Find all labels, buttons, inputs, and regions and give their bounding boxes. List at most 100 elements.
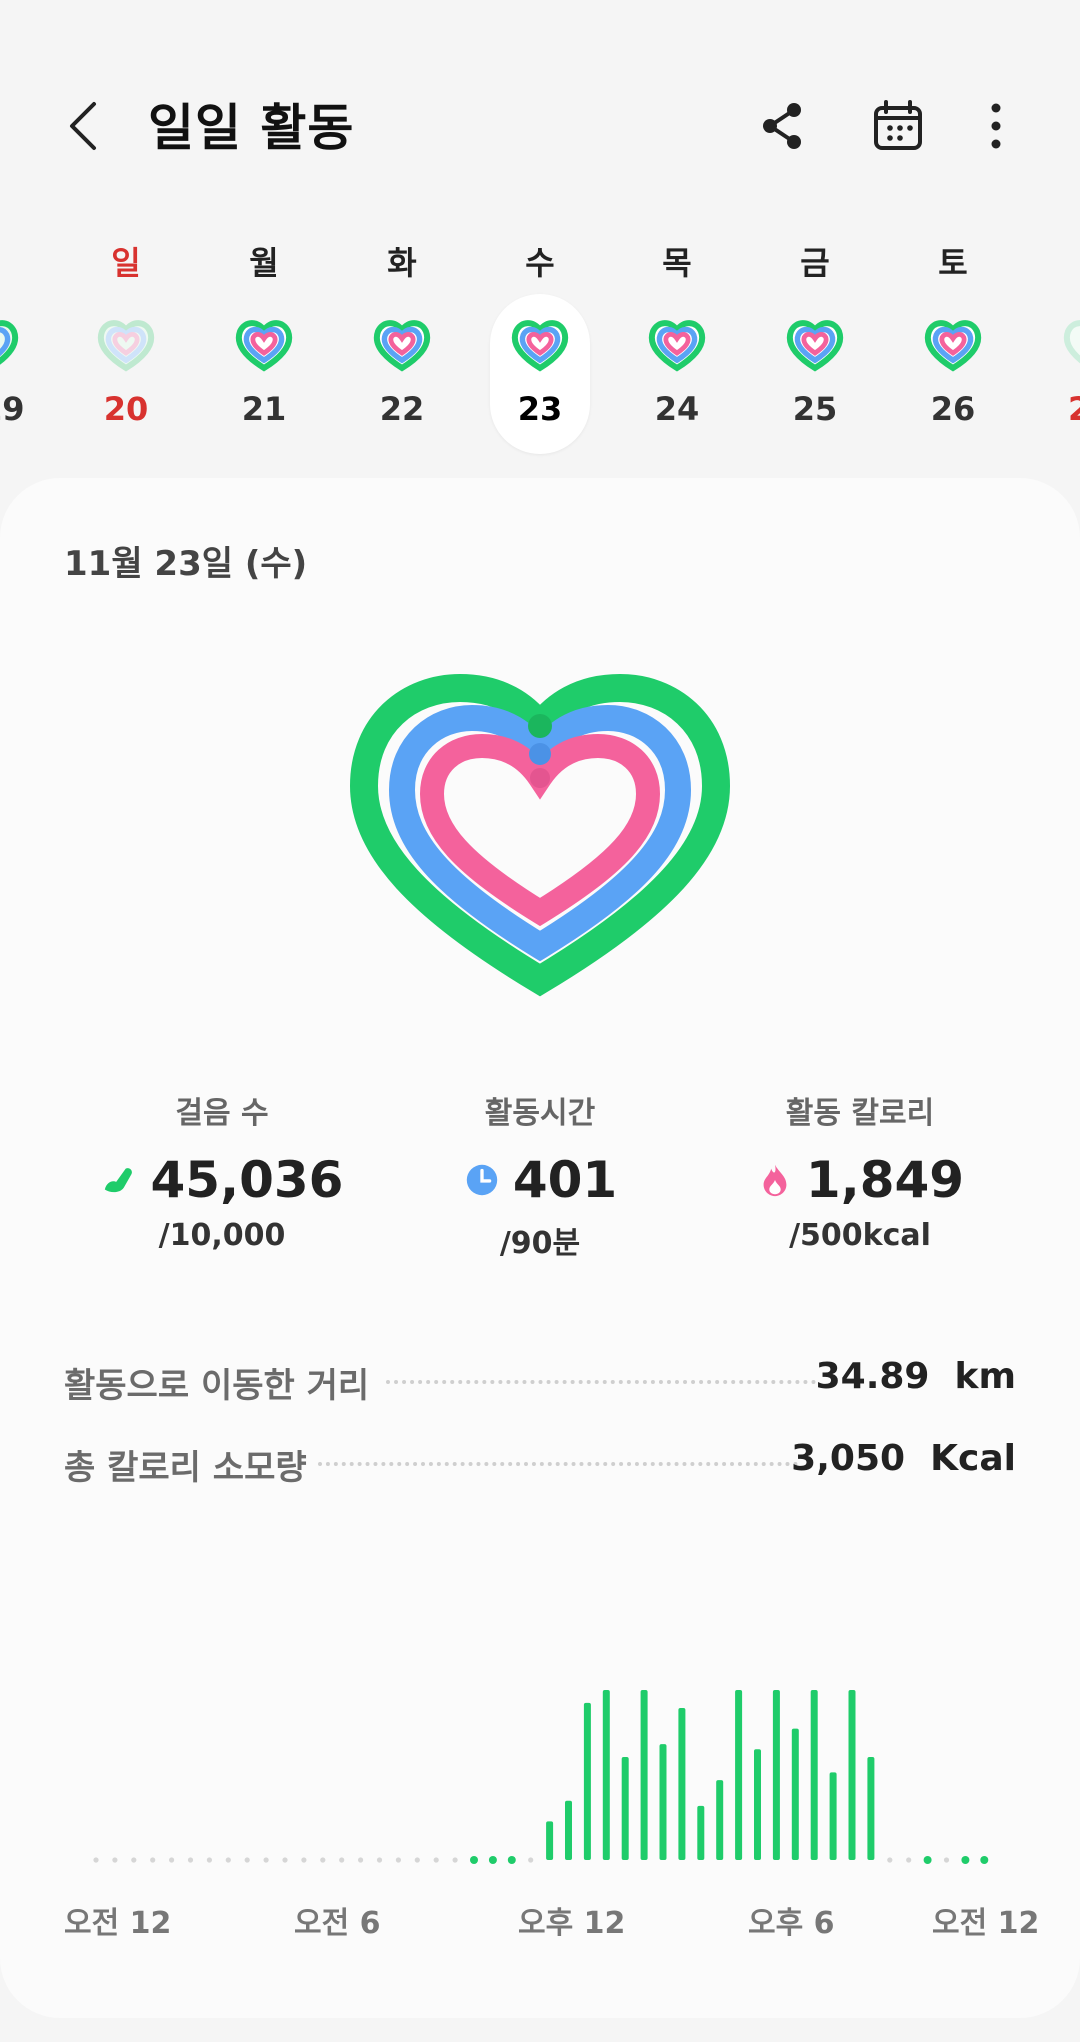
chart-empty-dot (93, 1857, 99, 1863)
stats-row: 걸음 수 45,036 /10,000 활동시간 401 /90분 활동 칼로리 (0, 1088, 1080, 1268)
day-name: 토 (938, 244, 968, 282)
chart-bar (621, 1756, 629, 1860)
chart-bar (546, 1821, 554, 1860)
chart-bar (980, 1856, 989, 1864)
chart-bar (716, 1780, 724, 1860)
active-calories-label: 활동 칼로리 (785, 1096, 935, 1131)
steps-value: 45,036 (150, 1151, 344, 1209)
distance-value: 34.89 km (815, 1356, 1016, 1397)
steps-stat[interactable]: 걸음 수 45,036 /10,000 (62, 1088, 382, 1253)
day-name: 금 (800, 244, 830, 282)
heart-ring-icon (786, 320, 844, 372)
chart-bar (565, 1800, 572, 1860)
x-axis-label: 오전 6 (294, 1906, 381, 1941)
active-calories-stat[interactable]: 활동 칼로리 1,849 /500kcal (700, 1088, 1020, 1253)
chart-empty-dot (187, 1857, 194, 1863)
chart-bar (640, 1690, 648, 1860)
chart-empty-dot (169, 1857, 175, 1863)
total-calories-value: 3,050 Kcal (791, 1438, 1016, 1479)
day-item[interactable]: 수 23 (490, 230, 590, 454)
chart-empty-dot (320, 1857, 326, 1863)
day-item[interactable]: 화 22 (352, 230, 452, 450)
day-item[interactable]: 토 26 (903, 230, 1003, 450)
day-number: 24 (654, 390, 700, 428)
day-item[interactable]: 금 25 (765, 230, 865, 450)
activity-card: 11월 23일 (수) 걸음 수 45,036 /10,000 활동시간 401… (0, 478, 1080, 2018)
distance-label: 활동으로 이동한 거리 (64, 1366, 370, 1406)
day-number: 25 (792, 390, 838, 428)
steps-goal: /10,000 (158, 1218, 286, 1253)
heart-ring-icon (924, 320, 982, 372)
day-item[interactable]: 월 21 (214, 230, 314, 450)
chart-empty-dot (301, 1857, 307, 1863)
chart-bar (470, 1856, 478, 1864)
steps-label: 걸음 수 (175, 1096, 269, 1131)
active-time-value: 401 (512, 1151, 618, 1209)
day-item[interactable]: 목 24 (627, 230, 727, 450)
chart-empty-dot (244, 1857, 250, 1863)
day-item[interactable]: 일 20 (76, 230, 176, 450)
day-name: 화 (387, 244, 417, 282)
heart-ring-icon[interactable] (1062, 314, 1080, 374)
page-title: 일일 활동 (148, 99, 355, 157)
day-number: 23 (517, 390, 563, 428)
x-axis-label: 오전 12 (64, 1906, 172, 1941)
x-axis-label: 오전 12 (932, 1906, 1040, 1941)
chart-empty-dot (395, 1857, 401, 1863)
x-axis-label: 오후 12 (518, 1906, 626, 1941)
dotted-leader (386, 1380, 816, 1384)
activity-rings-heart (350, 673, 730, 997)
shoe-icon (104, 1168, 132, 1193)
chart-empty-dot (452, 1857, 458, 1863)
distance-row: 활동으로 이동한 거리 34.89 km (64, 1352, 1016, 1406)
heart-ring-icon (648, 320, 706, 372)
total-calories-label: 총 칼로리 소모량 (64, 1448, 307, 1488)
chart-bar (867, 1756, 875, 1860)
more-icon[interactable] (966, 96, 1026, 156)
day-number: 26 (930, 390, 976, 428)
date-label: 11월 23일 (수) (64, 544, 308, 584)
day-number: 21 (241, 390, 287, 428)
chart-empty-dot (206, 1857, 212, 1863)
chart-empty-dot (225, 1857, 231, 1863)
chart-empty-dot (263, 1857, 269, 1863)
active-time-goal: /90분 (499, 1226, 581, 1261)
chart-empty-dot (943, 1857, 950, 1863)
active-calories-goal: /500kcal (789, 1218, 931, 1253)
app-header: 일일 활동 (0, 60, 1080, 190)
day-name: 수 (525, 244, 555, 282)
chart-empty-dot (414, 1857, 420, 1863)
flame-icon (763, 1164, 787, 1197)
heart-ring-icon (97, 320, 155, 372)
chart-bar (583, 1702, 591, 1860)
chart-empty-dot (433, 1857, 439, 1863)
active-calories-value: 1,849 (805, 1151, 965, 1209)
chart-bar (810, 1690, 818, 1860)
dotted-leader (318, 1462, 798, 1466)
active-time-label: 활동시간 (484, 1096, 596, 1131)
heart-ring-icon[interactable] (0, 314, 20, 374)
share-icon[interactable] (752, 96, 812, 156)
chart-bar (488, 1856, 497, 1864)
chart-empty-dot (339, 1857, 345, 1863)
chart-bar (602, 1690, 610, 1860)
calendar-icon[interactable] (868, 96, 928, 156)
heart-ring-icon (373, 320, 431, 372)
day-number: 22 (379, 390, 425, 428)
chart-empty-dot (358, 1857, 364, 1863)
day-number-partial: 27 (1068, 390, 1080, 428)
back-icon[interactable] (56, 96, 116, 156)
total-calories-row: 총 칼로리 소모량 3,050 Kcal (64, 1434, 1016, 1488)
week-selector: 19 27 일 20 월 21 화 22 수 23 목 24 금 25 토 26 (0, 230, 1080, 470)
active-time-stat[interactable]: 활동시간 401 /90분 (380, 1088, 700, 1262)
chart-bar (678, 1708, 686, 1860)
chart-empty-dot (131, 1857, 137, 1863)
chart-bar (772, 1690, 780, 1860)
chart-empty-dot (282, 1857, 288, 1863)
day-name: 월 (249, 244, 279, 282)
x-axis-label: 오후 6 (748, 1906, 835, 1941)
day-name: 일 (111, 244, 141, 282)
chart-bar (754, 1749, 761, 1860)
chart-bar (697, 1805, 705, 1860)
chart-empty-dot (150, 1857, 156, 1863)
